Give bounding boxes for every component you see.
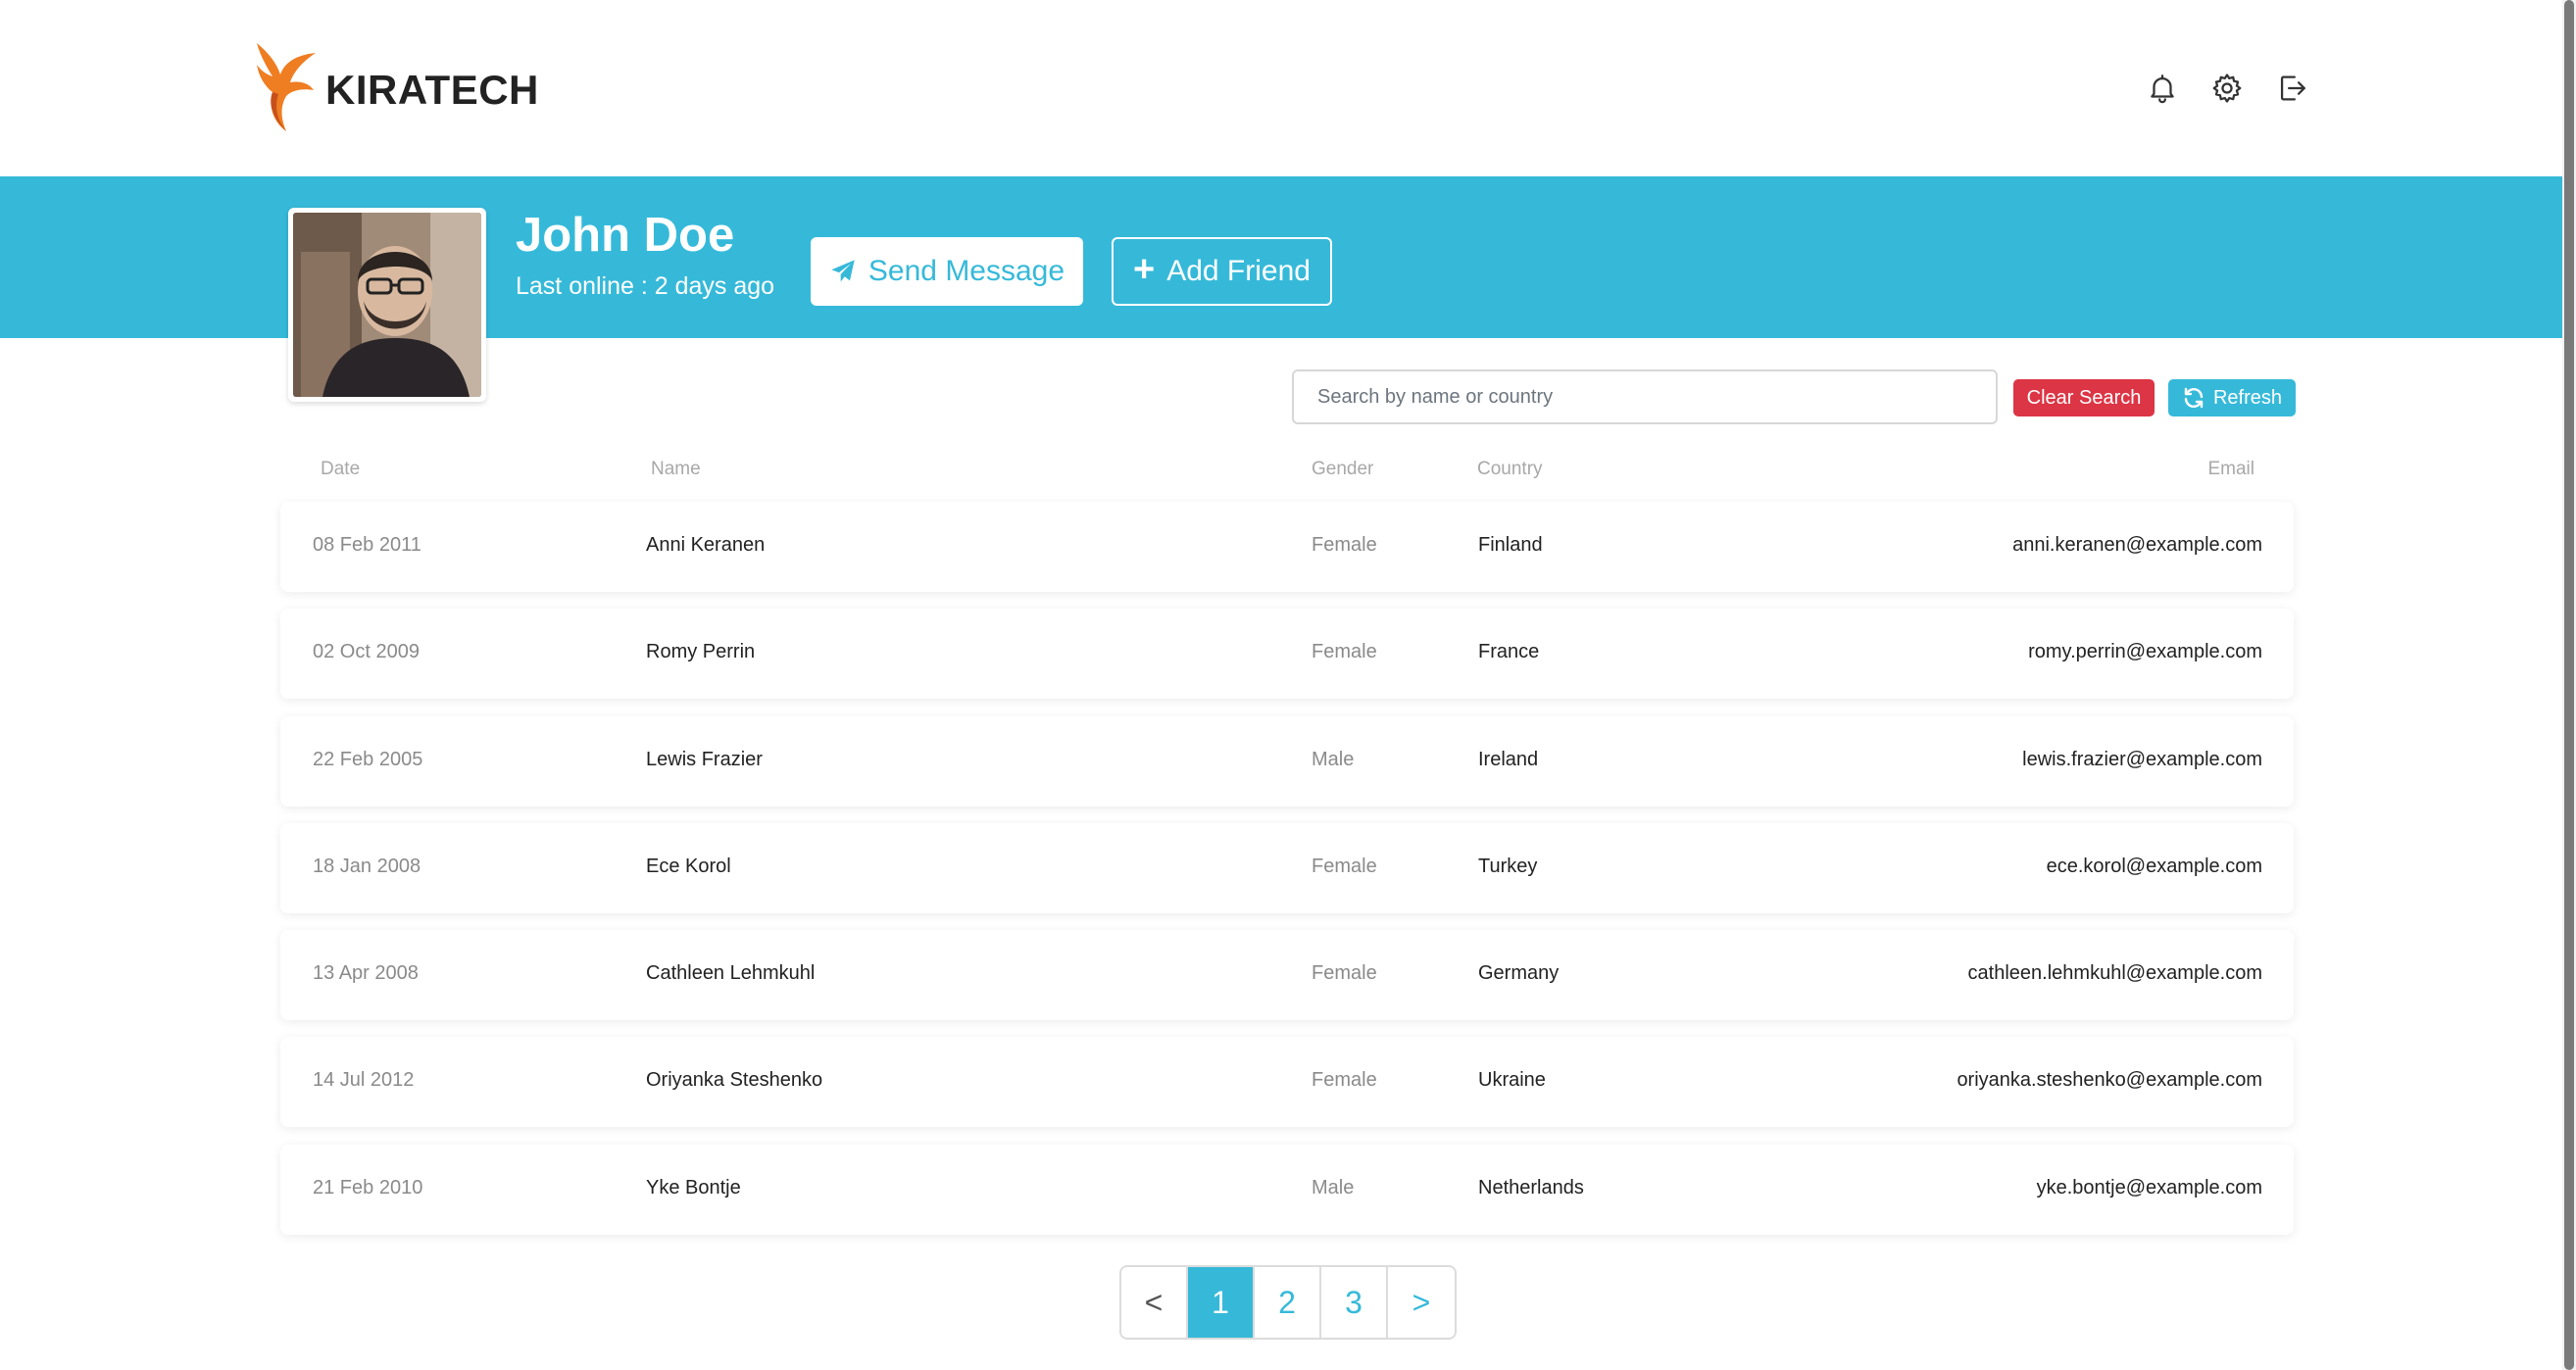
logout-button[interactable] [2274, 71, 2309, 106]
cell-name: Yke Bontje [646, 1176, 741, 1199]
table-row[interactable]: 02 Oct 2009 Romy Perrin Female France ro… [280, 609, 2294, 700]
cell-country: Finland [1478, 534, 1543, 556]
cell-email: yke.bontje@example.com [2036, 1176, 2262, 1199]
cell-date: 14 Jul 2012 [313, 1069, 415, 1092]
cell-country: Ukraine [1478, 1069, 1546, 1092]
table-row[interactable]: 08 Feb 2011 Anni Keranen Female Finland … [280, 502, 2294, 592]
brand-logo[interactable]: KIRATECH [251, 41, 539, 133]
cell-email: cathleen.lehmkuhl@example.com [1967, 962, 2262, 985]
cell-date: 08 Feb 2011 [313, 534, 421, 556]
cell-date: 22 Feb 2005 [313, 748, 423, 770]
gear-icon [2212, 73, 2242, 103]
bell-icon [2151, 74, 2174, 104]
profile-name: John Doe [516, 209, 735, 262]
cell-name: Romy Perrin [646, 641, 756, 663]
bird-logo-icon [257, 43, 316, 131]
scrollbar-thumb[interactable] [2564, 0, 2574, 1370]
pagination-page-2[interactable]: 2 [1255, 1267, 1321, 1338]
add-friend-button[interactable]: + Add Friend [1112, 237, 1332, 306]
cell-date: 18 Jan 2008 [313, 855, 421, 877]
cell-gender: Female [1312, 962, 1377, 985]
cell-country: Germany [1478, 962, 1560, 985]
profile-photo [293, 213, 481, 397]
pagination-next-button[interactable]: > [1388, 1267, 1455, 1338]
cell-name: Ece Korol [646, 855, 731, 877]
table-row[interactable]: 18 Jan 2008 Ece Korol Female Turkey ece.… [280, 822, 2294, 913]
cell-name: Oriyanka Steshenko [646, 1069, 823, 1092]
refresh-label: Refresh [2212, 386, 2283, 409]
send-message-button[interactable]: Send Message [811, 237, 1083, 306]
table-row[interactable]: 21 Feb 2010 Yke Bontje Male Netherlands … [280, 1144, 2294, 1235]
pagination-prev-button[interactable]: < [1121, 1267, 1188, 1338]
cell-country: Turkey [1478, 855, 1538, 877]
cell-gender: Female [1312, 534, 1377, 556]
cell-gender: Female [1312, 641, 1377, 663]
pagination-page-1[interactable]: 1 [1188, 1267, 1255, 1338]
paper-plane-icon [831, 260, 855, 282]
table-body: 08 Feb 2011 Anni Keranen Female Finland … [280, 502, 2294, 1251]
cell-date: 02 Oct 2009 [313, 641, 420, 663]
cell-email: romy.perrin@example.com [2028, 641, 2262, 663]
column-header-country[interactable]: Country [1477, 459, 1543, 480]
cell-gender: Male [1312, 748, 1355, 770]
cell-gender: Male [1312, 1176, 1355, 1199]
clear-search-button[interactable]: Clear Search [2013, 379, 2155, 416]
settings-button[interactable] [2209, 71, 2245, 106]
table-header: Date Name Gender Country Email [280, 457, 2294, 486]
clear-search-label: Clear Search [2026, 386, 2142, 409]
avatar[interactable] [288, 208, 486, 402]
column-header-name[interactable]: Name [651, 459, 701, 480]
cell-email: lewis.frazier@example.com [2022, 748, 2262, 770]
cell-country: Ireland [1478, 748, 1539, 770]
table-row[interactable]: 14 Jul 2012 Oriyanka Steshenko Female Uk… [280, 1037, 2294, 1128]
cell-gender: Female [1312, 855, 1377, 877]
table-row[interactable]: 13 Apr 2008 Cathleen Lehmkuhl Female Ger… [280, 930, 2294, 1021]
brand-name: KIRATECH [325, 67, 539, 113]
plus-icon: + [1133, 249, 1156, 290]
pagination: < 1 2 3 > [1119, 1265, 1457, 1340]
header-actions [2145, 71, 2309, 106]
column-header-date[interactable]: Date [321, 459, 360, 480]
cell-email: ece.korol@example.com [2046, 855, 2262, 877]
last-online-text: Last online : 2 days ago [516, 272, 775, 300]
search-input[interactable] [1292, 369, 1998, 424]
refresh-icon [2184, 387, 2204, 409]
vertical-scrollbar[interactable] [2562, 0, 2576, 1370]
cell-date: 21 Feb 2010 [313, 1176, 423, 1199]
cell-name: Cathleen Lehmkuhl [646, 962, 816, 985]
cell-name: Lewis Frazier [646, 748, 763, 770]
cell-name: Anni Keranen [646, 534, 766, 556]
logout-icon [2280, 75, 2305, 101]
column-header-gender[interactable]: Gender [1312, 459, 1373, 480]
cell-date: 13 Apr 2008 [313, 962, 419, 985]
cell-country: Netherlands [1478, 1176, 1584, 1199]
column-header-email[interactable]: Email [2207, 459, 2254, 480]
cell-email: oriyanka.steshenko@example.com [1957, 1069, 2262, 1092]
cell-gender: Female [1312, 1069, 1377, 1092]
cell-country: France [1478, 641, 1540, 663]
top-header: KIRATECH [0, 0, 2576, 176]
add-friend-label: Add Friend [1166, 255, 1311, 287]
pagination-page-3[interactable]: 3 [1321, 1267, 1388, 1338]
cell-email: anni.keranen@example.com [2012, 534, 2262, 556]
send-message-label: Send Message [867, 255, 1065, 287]
notifications-button[interactable] [2145, 71, 2180, 106]
refresh-button[interactable]: Refresh [2168, 379, 2296, 416]
table-row[interactable]: 22 Feb 2005 Lewis Frazier Male Ireland l… [280, 715, 2294, 807]
